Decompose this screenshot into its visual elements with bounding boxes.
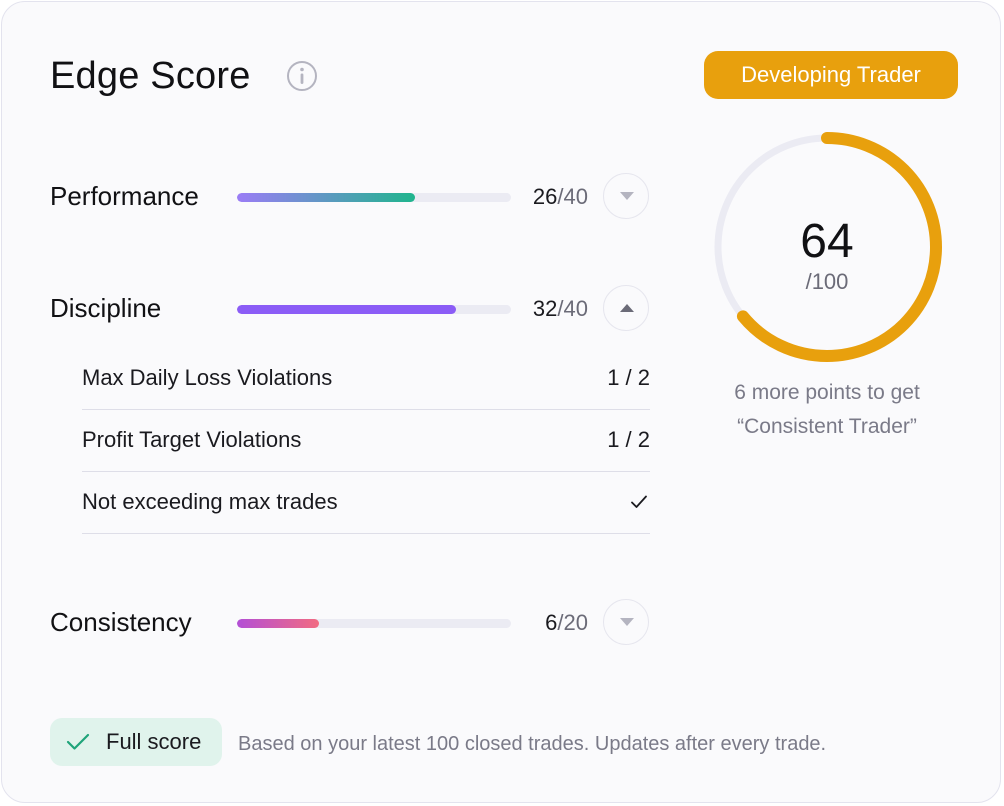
category-label-discipline: Discipline <box>50 293 162 323</box>
full-score-pill: Full score <box>50 718 222 766</box>
category-label-consistency: Consistency <box>50 607 192 637</box>
score-value: 26 <box>532 184 558 209</box>
progress-fill-discipline <box>237 305 457 314</box>
expand-button-consistency[interactable] <box>603 599 649 645</box>
expand-button-performance[interactable] <box>603 173 649 219</box>
detail-label: Not exceeding max trades <box>82 489 338 514</box>
collapse-button-discipline[interactable] <box>603 285 649 331</box>
detail-value: 1 / 2 <box>607 365 650 390</box>
score-max: /20 <box>557 610 588 635</box>
detail-row: Max Daily Loss Violations 1 / 2 <box>82 348 650 410</box>
total-score-value: 64 <box>800 215 854 268</box>
score-value: 6 <box>545 610 558 635</box>
category-label-performance: Performance <box>50 181 199 211</box>
progress-track-consistency <box>237 619 511 628</box>
chevron-down-icon <box>620 618 634 626</box>
next-level-line: 6 more points to get <box>734 381 920 404</box>
chevron-down-icon <box>620 192 634 200</box>
category-score-consistency: 6/20 <box>508 609 588 637</box>
check-icon <box>66 733 90 750</box>
category-score-discipline: 32/40 <box>508 295 588 323</box>
progress-fill-consistency <box>237 619 320 628</box>
total-score-max: /100 <box>805 269 849 294</box>
full-score-label: Full score <box>106 729 202 754</box>
progress-track-performance <box>237 193 511 202</box>
card-title: Edge Score <box>50 55 251 97</box>
score-basis-note: Based on your latest 100 closed trades. … <box>238 733 827 755</box>
trader-level-badge: Developing Trader <box>704 51 958 99</box>
progress-fill-performance <box>237 193 416 202</box>
chevron-up-icon <box>620 304 634 312</box>
detail-label: Profit Target Violations <box>82 427 302 452</box>
score-max: /40 <box>557 184 588 209</box>
progress-track-discipline <box>237 305 511 314</box>
detail-label: Max Daily Loss Violations <box>82 365 333 390</box>
next-level-name: “Consistent Trader” <box>737 415 917 438</box>
score-value: 32 <box>532 296 558 321</box>
detail-row: Profit Target Violations 1 / 2 <box>82 410 650 472</box>
detail-value: 1 / 2 <box>607 427 650 452</box>
check-icon <box>631 495 647 508</box>
score-max: /40 <box>557 296 588 321</box>
edge-score-card: Edge Score Developing Trader Performance… <box>1 1 1001 803</box>
detail-row: Not exceeding max trades <box>82 472 650 534</box>
next-level-message: 6 more points to get “Consistent Trader” <box>672 376 982 444</box>
info-icon[interactable] <box>286 60 318 92</box>
category-score-performance: 26/40 <box>508 183 588 211</box>
